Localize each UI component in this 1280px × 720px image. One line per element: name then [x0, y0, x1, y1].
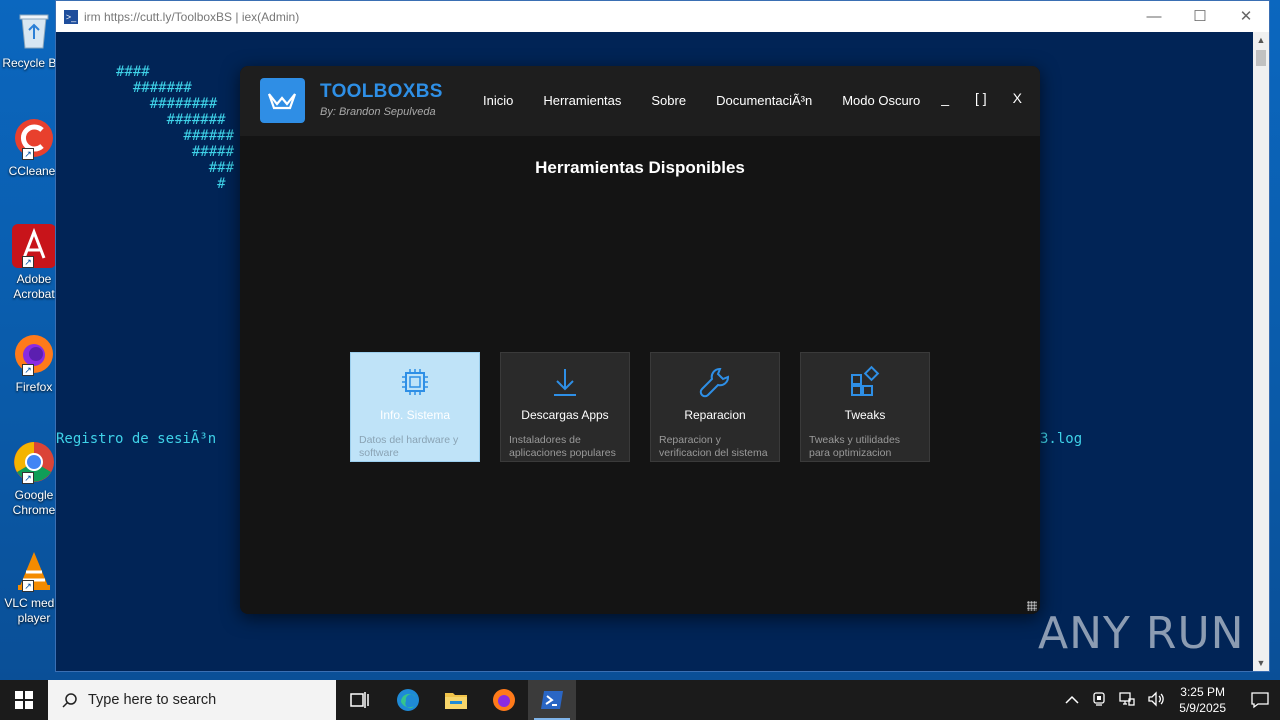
- tool-description: Reparacion y verificacion del sistema: [659, 434, 768, 459]
- tool-card-reparacion[interactable]: Reparacion Reparacion y verificacion del…: [650, 352, 780, 462]
- tray-network-icon[interactable]: [1119, 691, 1135, 710]
- wrench-icon: [699, 368, 729, 398]
- tool-card-info-sistema[interactable]: Info. Sistema Datos del hardware y softw…: [350, 352, 480, 462]
- shortcut-arrow-icon: ↗: [22, 364, 34, 376]
- tool-card-tweaks[interactable]: Tweaks Tweaks y utilidades para optimiza…: [800, 352, 930, 462]
- shortcut-arrow-icon: ↗: [22, 256, 34, 268]
- toolboxbs-window[interactable]: TOOLBOXBS By: Brandon Sepulveda Inicio H…: [240, 66, 1040, 614]
- scroll-thumb[interactable]: [1256, 50, 1266, 66]
- start-button[interactable]: [0, 680, 48, 720]
- vlc-icon: ↗: [12, 548, 56, 592]
- tool-title: Descargas Apps: [521, 408, 609, 422]
- app-byline: By: Brandon Sepulveda: [320, 106, 436, 118]
- taskbar-edge[interactable]: [384, 680, 432, 720]
- toolbox-logo-icon: [260, 78, 305, 123]
- ascii-art-line: #####: [116, 144, 235, 160]
- clock-date: 5/9/2025: [1179, 701, 1226, 715]
- maximize-button[interactable]: ☐: [1177, 1, 1223, 32]
- tool-description: Tweaks y utilidades para optimizacion: [809, 434, 901, 459]
- taskbar-powershell[interactable]: [528, 680, 576, 720]
- tool-description: Datos del hardware y software: [359, 434, 459, 459]
- clock-time: 3:25 PM: [1180, 685, 1225, 699]
- tool-title: Info. Sistema: [379, 408, 451, 422]
- ascii-art-line: #: [116, 176, 226, 192]
- tray-meet-icon[interactable]: [1091, 691, 1107, 710]
- log-text-right: 3.log: [1040, 431, 1083, 447]
- tool-card-descargas-apps[interactable]: Descargas Apps Instaladores de aplicacio…: [500, 352, 630, 462]
- tweaks-grid-icon: [851, 365, 880, 396]
- shortcut-arrow-icon: ↗: [22, 472, 34, 484]
- tools-grid: Info. Sistema Datos del hardware y softw…: [350, 352, 950, 462]
- app-minimize-button[interactable]: _: [941, 90, 949, 106]
- app-maximize-button[interactable]: [ ]: [975, 90, 987, 106]
- taskbar-search-box[interactable]: Type here to search: [48, 680, 336, 720]
- task-view-button[interactable]: [336, 680, 384, 720]
- notification-center-button[interactable]: [1240, 680, 1280, 720]
- recycle-bin-icon: [12, 8, 56, 52]
- shortcut-arrow-icon: ↗: [22, 580, 34, 592]
- ccleaner-icon: ↗: [12, 116, 56, 160]
- tray-volume-icon[interactable]: [1147, 690, 1165, 710]
- system-tray: 3:25 PM 5/9/2025: [1059, 680, 1280, 720]
- powershell-icon: >_: [64, 9, 78, 24]
- resize-grip-icon[interactable]: [1027, 601, 1037, 611]
- brand: TOOLBOXBS By: Brandon Sepulveda: [320, 81, 443, 118]
- tool-description: Instaladores de aplicaciones populares: [509, 434, 616, 459]
- anyrun-watermark: ANY RUN: [1038, 608, 1245, 659]
- powershell-scrollbar[interactable]: ▲ ▼: [1253, 32, 1269, 671]
- nav-herramientas[interactable]: Herramientas: [543, 93, 621, 108]
- taskbar-firefox[interactable]: [480, 680, 528, 720]
- scroll-down-icon[interactable]: ▼: [1253, 655, 1269, 671]
- ascii-art-line: #######: [116, 80, 192, 96]
- shortcut-arrow-icon: ↗: [22, 148, 34, 160]
- download-icon: [554, 369, 576, 396]
- ascii-art-line: ###: [116, 160, 235, 176]
- close-button[interactable]: ✕: [1223, 1, 1269, 32]
- app-window-controls: _ [ ] X: [915, 90, 1022, 106]
- cpu-chip-icon: [402, 369, 428, 395]
- folder-icon: [445, 693, 467, 709]
- task-view-icon: [350, 692, 369, 708]
- app-header: TOOLBOXBS By: Brandon Sepulveda Inicio H…: [240, 66, 1040, 136]
- nav-documentacion[interactable]: DocumentaciÃ³n: [716, 93, 812, 108]
- section-title: Herramientas Disponibles: [535, 158, 745, 177]
- app-name: TOOLBOXBS: [320, 81, 443, 102]
- nav-inicio[interactable]: Inicio: [483, 93, 513, 108]
- log-text-left: Registro de sesiÃ³n: [56, 431, 217, 447]
- search-placeholder: Type here to search: [88, 692, 217, 708]
- nav-modo-oscuro[interactable]: Modo Oscuro: [842, 93, 920, 108]
- search-icon: [62, 693, 77, 708]
- taskbar: Type here to search 3:25 PM 5/9/2025: [0, 680, 1280, 720]
- taskbar-file-explorer[interactable]: [432, 680, 480, 720]
- notification-icon: [1251, 692, 1269, 709]
- taskbar-clock[interactable]: 3:25 PM 5/9/2025: [1179, 684, 1226, 716]
- nav-sobre[interactable]: Sobre: [651, 93, 686, 108]
- firefox-icon: ↗: [12, 332, 56, 376]
- minimize-button[interactable]: —: [1131, 1, 1177, 32]
- tool-title: Reparacion: [684, 408, 746, 422]
- ascii-art-line: ########: [116, 96, 218, 112]
- tray-chevron-up-icon[interactable]: [1065, 693, 1079, 708]
- tool-title: Tweaks: [844, 408, 886, 422]
- scroll-up-icon[interactable]: ▲: [1253, 32, 1269, 48]
- firefox-icon: [493, 689, 515, 711]
- acrobat-icon: ↗: [12, 224, 56, 268]
- app-nav: Inicio Herramientas Sobre DocumentaciÃ³n…: [483, 93, 950, 108]
- ascii-art-line: ######: [116, 128, 235, 144]
- ascii-art-line: ####: [116, 64, 150, 80]
- chrome-icon: ↗: [12, 440, 56, 484]
- powershell-titlebar[interactable]: >_ irm https://cutt.ly/ToolboxBS | iex(A…: [56, 1, 1269, 32]
- edge-icon: [397, 689, 419, 711]
- windows-logo-icon: [15, 691, 33, 709]
- app-close-button[interactable]: X: [1013, 90, 1022, 106]
- ascii-art-line: #######: [116, 112, 226, 128]
- powershell-title: irm https://cutt.ly/ToolboxBS | iex(Admi…: [84, 9, 300, 24]
- powershell-icon: [541, 691, 563, 709]
